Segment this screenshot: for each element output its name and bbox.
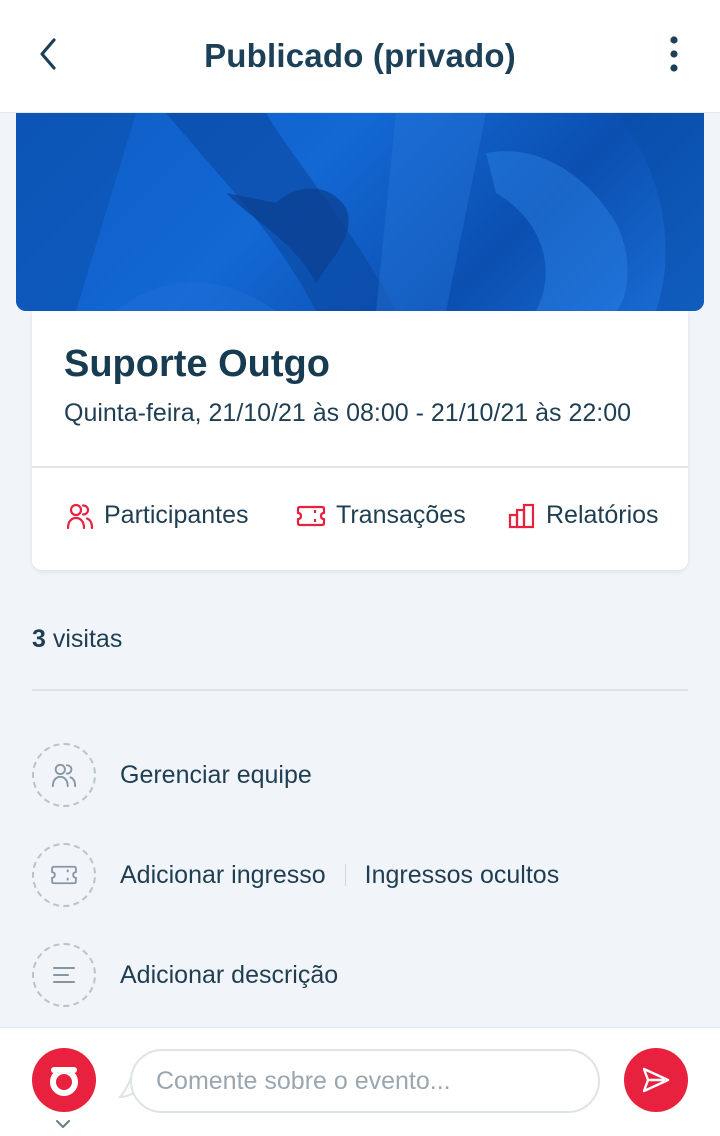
align-left-icon: [53, 967, 75, 983]
transactions-label: Transações: [336, 501, 466, 529]
section-divider: [32, 689, 688, 691]
event-title: Suporte Outgo: [64, 343, 330, 385]
visits-number: 3: [32, 625, 46, 653]
bar-chart-icon: [508, 503, 535, 528]
add-description-label: Adicionar descrição: [120, 960, 339, 989]
back-button[interactable]: [28, 34, 68, 74]
users-icon: [66, 503, 94, 529]
user-avatar-logo[interactable]: [32, 1048, 96, 1112]
users-icon: [51, 763, 77, 788]
participants-label: Participantes: [104, 501, 249, 529]
transactions-button[interactable]: Transações: [296, 501, 466, 530]
reports-label: Relatórios: [546, 501, 659, 529]
event-banner-image: [16, 113, 704, 311]
hidden-tickets-link[interactable]: Ingressos ocultos: [365, 861, 560, 890]
comment-input[interactable]: [130, 1049, 600, 1113]
visits-count: 3 visitas: [32, 625, 122, 654]
outgo-logo-icon: [50, 1067, 78, 1096]
manage-team-row[interactable]: Gerenciar equipe: [32, 743, 312, 807]
more-options-button[interactable]: [654, 32, 694, 76]
chevron-down-icon[interactable]: [54, 1118, 72, 1130]
reports-button[interactable]: Relatórios: [508, 501, 659, 530]
manage-team-icon-circle: [32, 743, 96, 807]
visits-label: visitas: [52, 625, 123, 653]
chevron-left-icon: [40, 38, 56, 70]
event-info-card: Suporte Outgo Quinta-feira, 21/10/21 às …: [32, 311, 688, 570]
add-description-row[interactable]: Adicionar descrição: [32, 943, 338, 1007]
banner-photo: [16, 113, 704, 311]
add-ticket-icon-circle[interactable]: [32, 843, 96, 907]
add-ticket-link[interactable]: Adicionar ingresso: [120, 861, 326, 890]
manage-team-label: Gerenciar equipe: [120, 760, 312, 789]
event-date-range: Quinta-feira, 21/10/21 às 08:00 - 21/10/…: [64, 399, 632, 427]
send-icon: [642, 1067, 670, 1093]
page-title: Publicado (privado): [204, 37, 516, 74]
link-separator: [344, 864, 346, 886]
card-divider: [32, 466, 688, 468]
top-app-bar: Publicado (privado): [0, 0, 720, 113]
add-description-icon-circle: [32, 943, 96, 1007]
send-button[interactable]: [624, 1048, 688, 1112]
comment-bubble: [118, 1049, 600, 1113]
comment-bar: [0, 1027, 720, 1136]
ticket-icon: [51, 865, 77, 885]
ticket-icon: [296, 505, 326, 526]
participants-button[interactable]: Participantes: [66, 501, 249, 530]
more-vertical-icon: [670, 36, 678, 72]
add-ticket-row: Adicionar ingresso Ingressos ocultos: [32, 843, 559, 907]
